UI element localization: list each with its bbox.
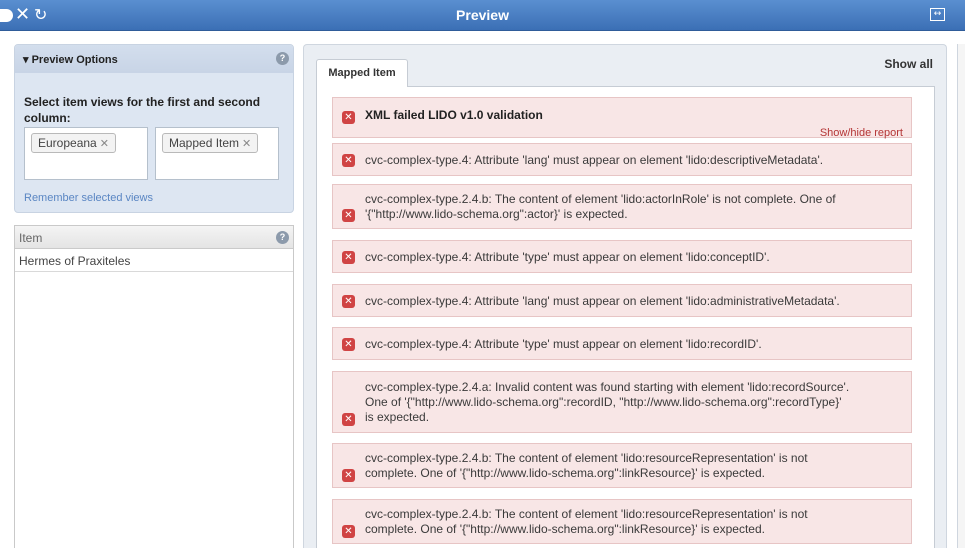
error-line: cvc-complex-type.2.4.b: The content of e… <box>365 451 808 465</box>
item-panel: Item ? Hermes of Praxiteles <box>14 225 294 548</box>
error-line: '{"http://www.lido-schema.org":actor}' i… <box>365 207 628 221</box>
error-line: cvc-complex-type.2.4.b: The content of e… <box>365 192 836 206</box>
error-line: cvc-complex-type.2.4.b: The content of e… <box>365 507 808 521</box>
error-message: ✕ cvc-complex-type.2.4.b: The content of… <box>332 184 912 229</box>
remember-views-link[interactable]: Remember selected views <box>24 192 153 204</box>
first-column-select[interactable]: Europeana ✕ <box>24 127 148 180</box>
error-message: ✕ cvc-complex-type.2.4.a: Invalid conten… <box>332 371 912 433</box>
list-item[interactable]: Hermes of Praxiteles <box>15 250 293 272</box>
second-column-select[interactable]: Mapped Item ✕ <box>155 127 279 180</box>
error-line: cvc-complex-type.4: Attribute 'type' mus… <box>365 250 770 264</box>
window-title: Preview <box>456 7 509 23</box>
error-message: ✕ cvc-complex-type.2.4.b: The content of… <box>332 443 912 488</box>
error-message: ✕ cvc-complex-type.4: Attribute 'lang' m… <box>332 284 912 317</box>
item-header-label: Item <box>19 231 43 245</box>
error-icon: ✕ <box>342 338 355 351</box>
scrollbar[interactable] <box>957 44 965 548</box>
select-views-label: Select item views for the first and seco… <box>24 95 261 125</box>
error-line: cvc-complex-type.2.4.a: Invalid content … <box>365 380 850 394</box>
error-icon: ✕ <box>342 469 355 482</box>
tab-mapped-item[interactable]: Mapped Item <box>316 59 408 87</box>
show-hide-report-link[interactable]: Show/hide report <box>820 127 903 139</box>
error-icon: ✕ <box>342 295 355 308</box>
remove-icon[interactable]: ✕ <box>242 137 251 150</box>
error-line: cvc-complex-type.4: Attribute 'lang' mus… <box>365 294 840 308</box>
item-panel-header: Item ? <box>15 226 293 249</box>
error-message: ✕ cvc-complex-type.2.4.b: The content of… <box>332 499 912 544</box>
preview-options-header: ▾ Preview Options ? <box>15 45 293 73</box>
show-all-link[interactable]: Show all <box>884 57 933 71</box>
view-chip-label: Mapped Item <box>169 136 240 150</box>
help-icon[interactable]: ? <box>276 231 289 244</box>
error-line: is expected. <box>365 410 430 424</box>
error-line: cvc-complex-type.4: Attribute 'type' mus… <box>365 337 762 351</box>
item-view-panel: Mapped Item Show all ✕ XML failed LIDO v… <box>303 44 947 548</box>
window-titlebar: ✕ ↻ Preview ↔ <box>0 0 965 31</box>
help-icon[interactable]: ? <box>276 52 289 65</box>
error-message: ✕ cvc-complex-type.4: Attribute 'lang' m… <box>332 143 912 176</box>
expand-icon[interactable]: ↔ <box>930 8 945 21</box>
error-icon: ✕ <box>342 154 355 167</box>
remove-icon[interactable]: ✕ <box>100 137 109 150</box>
error-line: One of '{"http://www.lido-schema.org":re… <box>365 395 842 409</box>
item-title: Hermes of Praxiteles <box>19 254 131 268</box>
error-icon: ✕ <box>342 209 355 222</box>
view-chip-label: Europeana <box>38 136 97 150</box>
preview-options-toggle[interactable]: ▾ Preview Options <box>23 53 118 66</box>
error-message: ✕ cvc-complex-type.4: Attribute 'type' m… <box>332 240 912 273</box>
error-line: complete. One of '{"http://www.lido-sche… <box>365 466 765 480</box>
error-icon: ✕ <box>342 525 355 538</box>
error-icon: ✕ <box>342 251 355 264</box>
validation-report: ✕ XML failed LIDO v1.0 validation Show/h… <box>316 86 935 548</box>
error-line: cvc-complex-type.4: Attribute 'lang' mus… <box>365 153 824 167</box>
error-line: complete. One of '{"http://www.lido-sche… <box>365 522 765 536</box>
validation-title: XML failed LIDO v1.0 validation <box>365 108 543 122</box>
view-chip: Europeana ✕ <box>31 133 116 153</box>
view-chip: Mapped Item ✕ <box>162 133 259 153</box>
error-message: ✕ cvc-complex-type.4: Attribute 'type' m… <box>332 327 912 360</box>
preview-options-panel: ▾ Preview Options ? Select item views fo… <box>14 44 294 213</box>
error-icon: ✕ <box>342 413 355 426</box>
error-icon: ✕ <box>342 111 355 124</box>
validation-summary: ✕ XML failed LIDO v1.0 validation Show/h… <box>332 97 912 139</box>
